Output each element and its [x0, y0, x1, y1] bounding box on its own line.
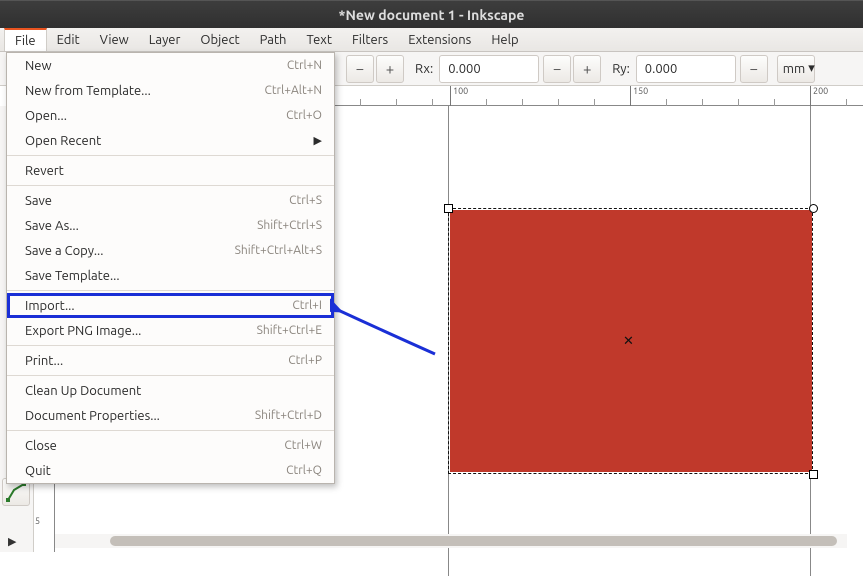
menu-file[interactable]: File — [4, 28, 47, 51]
titlebar: *New document 1 - Inkscape — [0, 0, 863, 28]
menubar: File Edit View Layer Object Path Text Fi… — [0, 28, 863, 52]
ry-label: Ry: — [602, 62, 636, 76]
menu-item-label: Open... — [25, 109, 286, 123]
menu-item-accel: Ctrl+W — [284, 439, 322, 452]
menu-item-label: Save — [25, 194, 289, 208]
ry-increment-button[interactable]: + — [573, 55, 601, 83]
rx-increment-button[interactable]: + — [376, 55, 404, 83]
menu-item-label: Import... — [25, 299, 292, 313]
menu-item-export-png-image[interactable]: Export PNG Image...Shift+Ctrl+E — [7, 318, 334, 343]
menu-item-label: Revert — [25, 164, 322, 178]
menu-view[interactable]: View — [90, 28, 139, 51]
menu-item-label: Clean Up Document — [25, 384, 322, 398]
unit-select[interactable]: mm ▾ — [777, 55, 815, 83]
menu-item-quit[interactable]: QuitCtrl+Q — [7, 458, 334, 483]
menu-item-revert[interactable]: Revert — [7, 158, 334, 183]
menu-item-label: Export PNG Image... — [25, 324, 257, 338]
expander-icon[interactable]: ▶ — [8, 535, 16, 548]
menu-item-label: Close — [25, 439, 284, 453]
menu-item-accel: Shift+Ctrl+E — [257, 324, 322, 337]
menu-item-close[interactable]: CloseCtrl+W — [7, 433, 334, 458]
menu-item-save[interactable]: SaveCtrl+S — [7, 188, 334, 213]
menu-item-label: New — [25, 59, 287, 73]
menu-item-new-from-template[interactable]: New from Template...Ctrl+Alt+N — [7, 78, 334, 103]
menu-edit[interactable]: Edit — [47, 28, 90, 51]
menu-item-accel: Ctrl+O — [286, 109, 322, 122]
menu-item-accel: Ctrl+Q — [286, 464, 322, 477]
rx-decrement-button[interactable]: − — [346, 55, 374, 83]
menu-item-accel: Ctrl+I — [292, 299, 322, 312]
menu-help[interactable]: Help — [481, 28, 528, 51]
menu-item-print[interactable]: Print...Ctrl+P — [7, 348, 334, 373]
menu-item-accel: Ctrl+N — [287, 59, 322, 72]
menu-filters[interactable]: Filters — [342, 28, 398, 51]
menu-item-new[interactable]: NewCtrl+N — [7, 53, 334, 78]
menu-item-label: Save a Copy... — [25, 244, 235, 258]
scrollbar-horizontal[interactable] — [55, 534, 847, 548]
rotation-center-icon[interactable]: ✕ — [623, 334, 634, 349]
menu-item-document-properties[interactable]: Document Properties...Shift+Ctrl+D — [7, 403, 334, 428]
menu-item-clean-up-document[interactable]: Clean Up Document — [7, 378, 334, 403]
menu-item-save-as[interactable]: Save As...Shift+Ctrl+S — [7, 213, 334, 238]
menu-item-label: Save As... — [25, 219, 257, 233]
unit-decrement-button[interactable]: − — [740, 55, 768, 83]
menu-item-accel: Ctrl+S — [289, 194, 322, 207]
menu-item-open[interactable]: Open...Ctrl+O — [7, 103, 334, 128]
menu-item-accel: Ctrl+P — [288, 354, 322, 367]
resize-handle-nw[interactable] — [444, 204, 453, 213]
menu-item-label: Document Properties... — [25, 409, 255, 423]
ry-decrement-button[interactable]: − — [543, 55, 571, 83]
rx-label: Rx: — [405, 62, 439, 76]
menu-item-label: Save Template... — [25, 269, 322, 283]
menu-path[interactable]: Path — [250, 28, 297, 51]
menu-item-label: Open Recent — [25, 134, 314, 148]
window-title: *New document 1 - Inkscape — [339, 7, 525, 23]
menu-text[interactable]: Text — [296, 28, 341, 51]
ry-input[interactable]: 0.000 — [636, 55, 736, 83]
menu-item-label: New from Template... — [25, 84, 264, 98]
menu-extensions[interactable]: Extensions — [398, 28, 481, 51]
menu-layer[interactable]: Layer — [139, 28, 191, 51]
menu-item-import[interactable]: Import...Ctrl+I — [7, 293, 334, 318]
file-menu-dropdown: NewCtrl+NNew from Template...Ctrl+Alt+NO… — [6, 52, 335, 484]
resize-handle-se[interactable] — [809, 470, 818, 479]
menu-item-label: Quit — [25, 464, 286, 478]
menu-item-accel: Ctrl+Alt+N — [264, 84, 322, 97]
menu-item-save-a-copy[interactable]: Save a Copy...Shift+Ctrl+Alt+S — [7, 238, 334, 263]
menu-item-accel: Shift+Ctrl+Alt+S — [235, 244, 322, 257]
menu-item-accel: Shift+Ctrl+S — [257, 219, 322, 232]
resize-handle-ne[interactable] — [809, 204, 818, 213]
rx-input[interactable]: 0.000 — [439, 55, 539, 83]
menu-item-label: Print... — [25, 354, 288, 368]
menu-object[interactable]: Object — [190, 28, 249, 51]
submenu-arrow-icon: ▶ — [314, 134, 322, 147]
menu-item-open-recent[interactable]: Open Recent▶ — [7, 128, 334, 153]
menu-item-accel: Shift+Ctrl+D — [255, 409, 322, 422]
menu-item-save-template[interactable]: Save Template... — [7, 263, 334, 288]
